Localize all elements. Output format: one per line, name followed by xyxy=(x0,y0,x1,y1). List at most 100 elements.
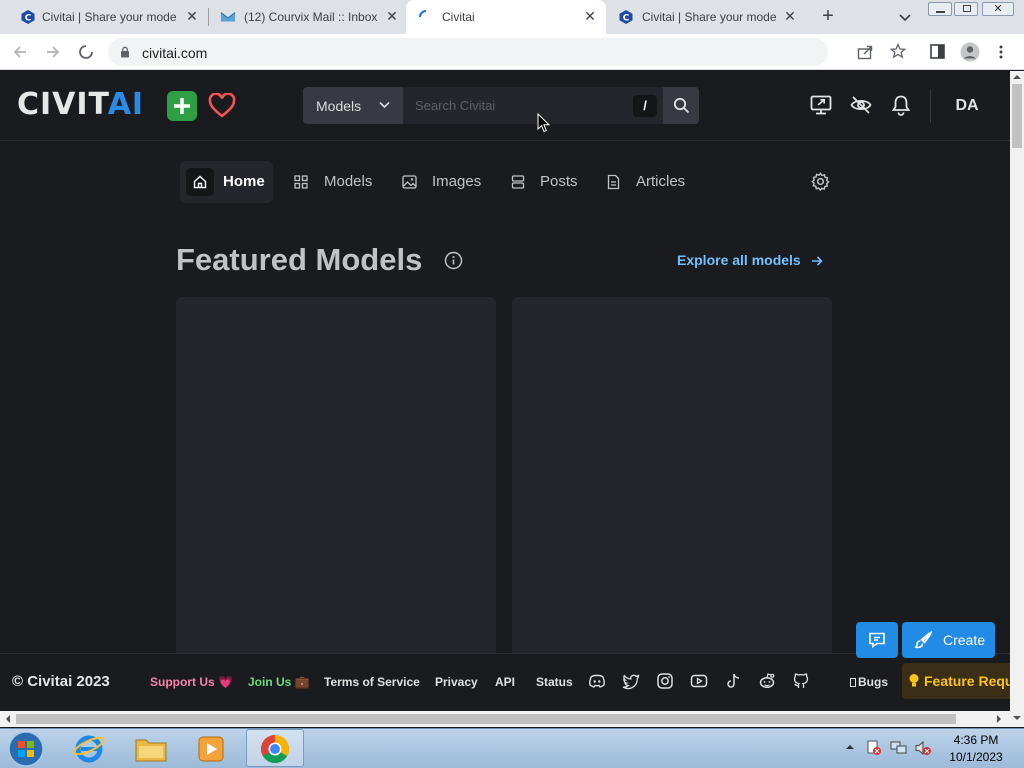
search-type-label: Models xyxy=(316,98,362,114)
tiktok-icon[interactable] xyxy=(724,672,742,690)
tray-expand-icon[interactable] xyxy=(845,743,855,751)
github-icon[interactable] xyxy=(792,672,810,690)
loading-stop-icon[interactable] xyxy=(78,44,94,60)
file-explorer-icon[interactable] xyxy=(134,734,168,764)
lock-icon[interactable] xyxy=(120,46,130,58)
close-tab-icon[interactable]: ✕ xyxy=(184,8,200,24)
browser-tab-strip: C Civitai | Share your models ✕ (12) Cou… xyxy=(0,0,1024,34)
browser-tab-active[interactable]: Civitai ✕ xyxy=(406,0,606,34)
discord-icon[interactable] xyxy=(588,672,606,690)
status-link[interactable]: Status xyxy=(536,675,573,689)
support-us-link[interactable]: Support Us 💗 xyxy=(150,675,233,689)
close-window-button[interactable]: ✕ xyxy=(982,2,1014,16)
nav-articles[interactable]: Articles xyxy=(597,161,697,203)
nav-posts[interactable]: Posts xyxy=(501,161,585,203)
arrow-right-icon xyxy=(811,256,823,266)
privacy-link[interactable]: Privacy xyxy=(435,675,478,689)
model-card[interactable] xyxy=(512,297,832,657)
close-tab-icon[interactable]: ✕ xyxy=(782,8,798,24)
browser-tab[interactable]: C Civitai | Share your models ✕ xyxy=(4,0,208,34)
terms-link[interactable]: Terms of Service xyxy=(324,675,420,689)
chrome-icon xyxy=(261,735,289,763)
search-button[interactable] xyxy=(663,87,699,124)
horizontal-scroll-thumb[interactable] xyxy=(16,714,956,724)
explore-all-models-link[interactable]: Explore all models xyxy=(677,252,823,268)
photo-icon xyxy=(402,175,417,189)
instagram-icon[interactable] xyxy=(656,672,674,690)
bookmark-star-icon[interactable] xyxy=(890,43,906,59)
new-tab-button[interactable]: + xyxy=(818,6,838,26)
browser-menu-icon[interactable] xyxy=(998,44,1004,60)
chat-icon xyxy=(869,632,885,649)
svg-text:C: C xyxy=(623,14,630,24)
browser-tab[interactable]: (12) Courvix Mail :: Inbox ✕ xyxy=(206,0,406,34)
search-icon xyxy=(673,97,690,114)
tab-search-chevron-icon[interactable] xyxy=(898,10,912,24)
reddit-icon[interactable] xyxy=(758,672,776,690)
nav-posts-label: Posts xyxy=(540,173,578,190)
internet-explorer-icon[interactable] xyxy=(72,732,106,764)
minimize-button[interactable] xyxy=(928,2,952,16)
back-arrow-icon[interactable] xyxy=(12,44,28,60)
vertical-scrollbar[interactable] xyxy=(1010,71,1024,711)
taskbar-date[interactable]: 10/1/2023 xyxy=(946,750,1006,764)
model-card[interactable] xyxy=(176,297,496,657)
nav-images[interactable]: Images xyxy=(393,161,489,203)
lightbulb-icon xyxy=(909,674,919,687)
eye-off-icon[interactable] xyxy=(850,95,872,115)
home-icon xyxy=(193,175,207,189)
vertical-scroll-thumb[interactable] xyxy=(1012,84,1022,148)
heart-icon[interactable] xyxy=(208,93,236,119)
create-plus-button[interactable] xyxy=(167,91,197,121)
scroll-down-arrow-icon[interactable] xyxy=(1012,714,1022,722)
search-shortcut-key: / xyxy=(633,95,657,117)
logo-accent-text: AI xyxy=(107,87,145,122)
chrome-taskbar-button[interactable] xyxy=(246,729,304,767)
scroll-right-arrow-icon[interactable] xyxy=(995,714,1003,724)
twitter-icon[interactable] xyxy=(622,672,640,690)
scroll-up-arrow-icon[interactable] xyxy=(1012,73,1022,81)
action-center-icon[interactable] xyxy=(866,740,882,756)
screen-share-icon[interactable] xyxy=(810,95,832,115)
info-icon[interactable] xyxy=(444,251,463,270)
nav-models[interactable]: Models xyxy=(285,161,381,203)
search-input[interactable] xyxy=(403,87,663,124)
user-avatar-button[interactable]: DA xyxy=(945,88,989,124)
nav-images-label: Images xyxy=(432,173,482,190)
profile-icon[interactable] xyxy=(960,42,980,62)
scroll-left-arrow-icon[interactable] xyxy=(4,714,12,724)
side-panel-icon[interactable] xyxy=(930,44,945,59)
create-button[interactable]: Create xyxy=(902,622,995,658)
browser-tab[interactable]: C Civitai | Share your models ✕ xyxy=(606,0,806,34)
nav-home[interactable]: Home xyxy=(180,161,273,203)
forward-arrow-icon[interactable] xyxy=(45,44,61,60)
civitai-logo[interactable]: CIVITAI xyxy=(17,87,144,122)
nav-home-label: Home xyxy=(223,173,265,190)
taskbar-time[interactable]: 4:36 PM xyxy=(946,733,1006,747)
home-icon-box xyxy=(186,168,214,196)
bell-icon[interactable] xyxy=(891,94,911,116)
feedback-button[interactable] xyxy=(856,622,898,658)
tab-title: Civitai | Share your models xyxy=(42,10,176,24)
explore-link-label: Explore all models xyxy=(677,252,801,268)
plus-icon xyxy=(174,98,190,114)
posts-icon xyxy=(511,175,525,189)
share-icon[interactable] xyxy=(857,44,874,60)
join-us-link[interactable]: Join Us 💼 xyxy=(248,675,310,689)
address-bar[interactable]: civitai.com xyxy=(108,38,828,66)
media-player-icon[interactable] xyxy=(196,734,226,764)
network-icon[interactable] xyxy=(890,740,908,756)
close-tab-icon[interactable]: ✕ xyxy=(582,8,598,24)
volume-muted-icon[interactable] xyxy=(914,740,932,756)
gear-icon[interactable] xyxy=(811,172,830,191)
feature-request-button[interactable]: Feature Requ xyxy=(902,663,1010,699)
close-tab-icon[interactable]: ✕ xyxy=(384,8,400,24)
youtube-icon[interactable] xyxy=(690,672,708,690)
windows-start-icon[interactable] xyxy=(6,730,46,768)
restore-button[interactable] xyxy=(954,2,978,16)
bugs-link[interactable]: Bugs xyxy=(850,675,888,689)
api-link[interactable]: API xyxy=(495,675,515,689)
nav-articles-label: Articles xyxy=(636,173,686,190)
bug-icon xyxy=(850,678,856,687)
search-type-select[interactable]: Models xyxy=(303,87,403,124)
